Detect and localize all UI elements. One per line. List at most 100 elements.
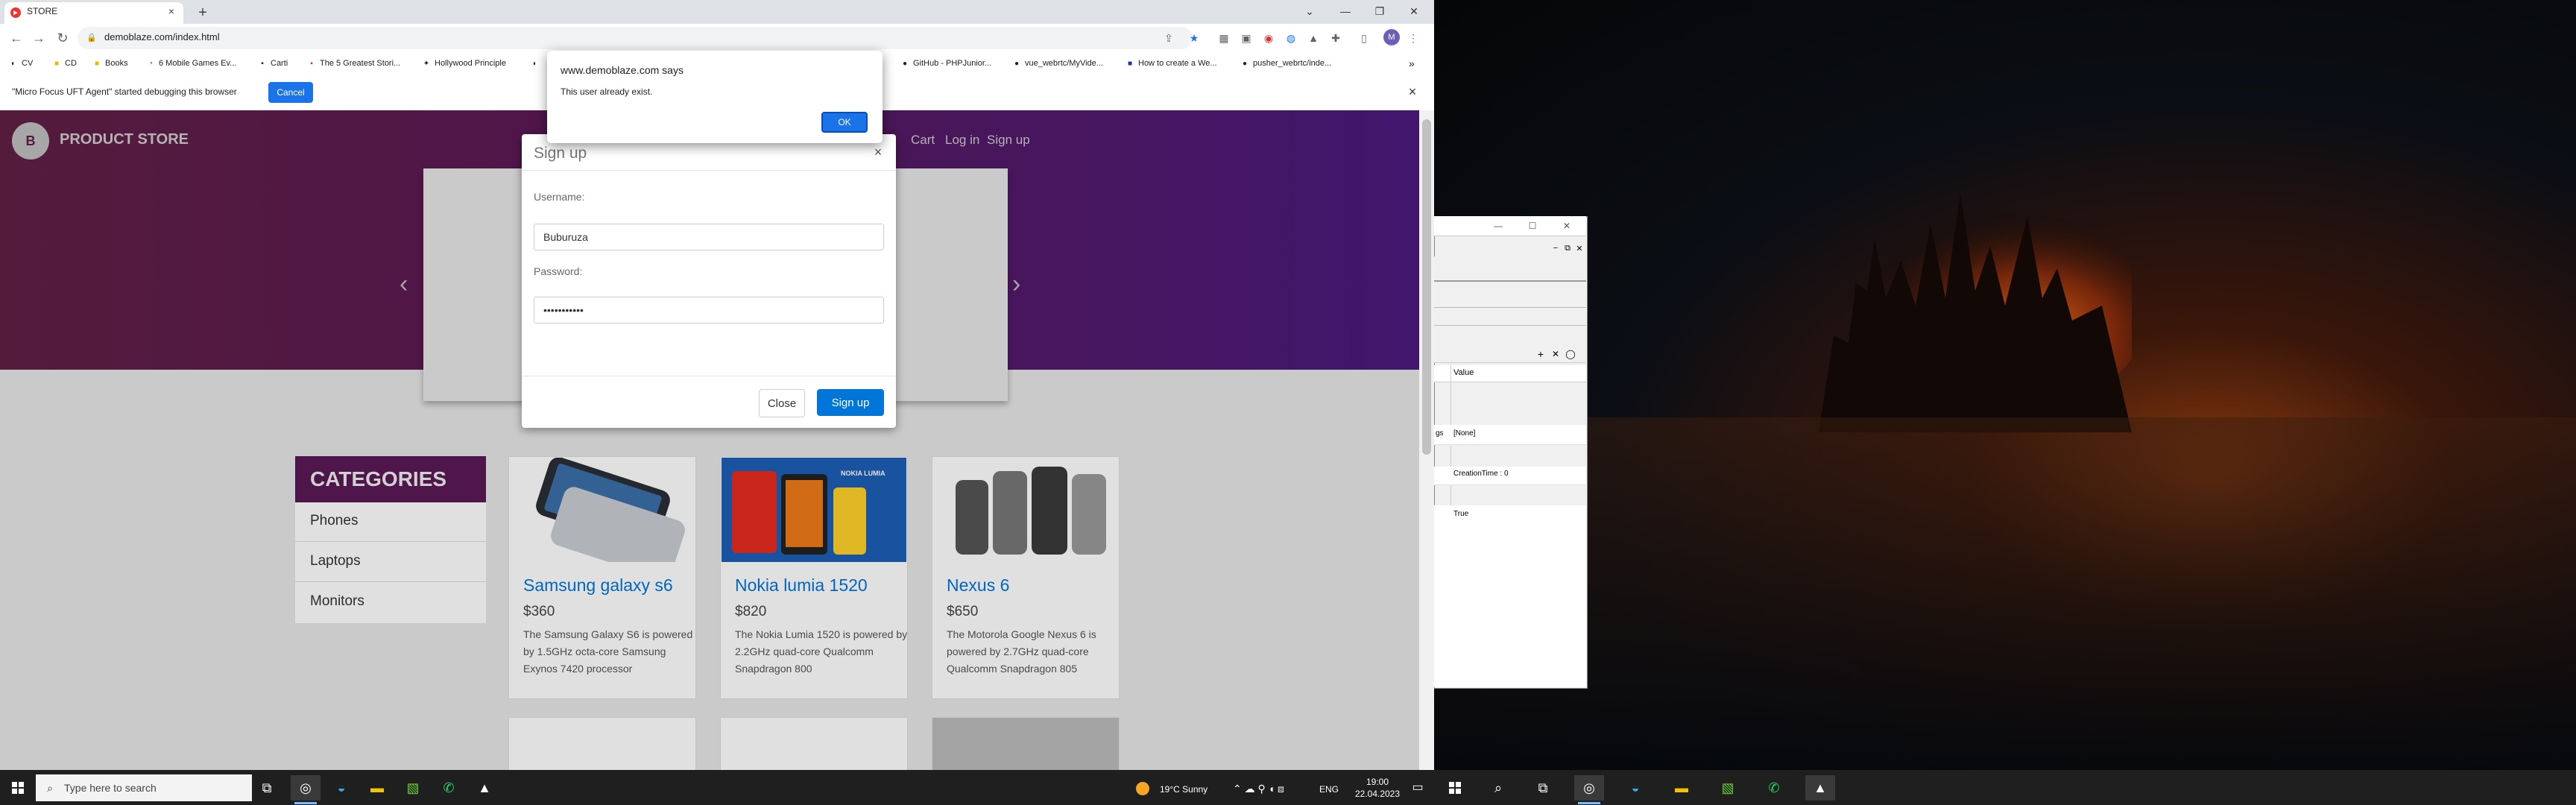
task-view-icon[interactable]: ⧉	[252, 775, 282, 801]
tray-icons[interactable]: ⌃ ☁ ⚲ ◖ ⧈	[1233, 783, 1284, 795]
notification-icon[interactable]: ▭	[1409, 778, 1427, 796]
extension-globe-icon[interactable]: ◍	[1282, 28, 1300, 48]
bookmark-item[interactable]: ● GitHub - PHPJunior...	[900, 57, 991, 70]
chrome-app-icon[interactable]: ◎	[291, 775, 321, 801]
extension-image-icon[interactable]: ▣	[1237, 28, 1255, 48]
photos-app-icon[interactable]: ▧	[1713, 775, 1743, 801]
alert-message: This user already exist.	[561, 86, 653, 97]
reload-icon[interactable]: ↻	[52, 28, 73, 48]
scrollbar-thumb[interactable]	[1422, 119, 1431, 455]
divider	[522, 170, 896, 171]
property-value[interactable]: True	[1453, 510, 1468, 518]
extensions-puzzle-icon[interactable]: ✚	[1327, 28, 1345, 48]
forward-arrow-icon[interactable]: →	[28, 28, 49, 48]
site-icon: ◔	[148, 59, 154, 68]
remove-icon[interactable]: ✕	[1549, 347, 1562, 361]
folder-icon: ■	[54, 59, 60, 68]
search-icon: ⌕	[47, 781, 53, 794]
task-view-icon[interactable]: ⧉	[1528, 775, 1558, 801]
extension-triangle-icon[interactable]: ▲	[1304, 28, 1322, 48]
file-explorer-icon[interactable]: ▬	[362, 775, 392, 801]
file-explorer-icon[interactable]: ▬	[1667, 775, 1696, 801]
bookmark-item[interactable]: ● pusher_webrtc/inde...	[1240, 57, 1331, 70]
bookmark-item[interactable]: ■ How to create a We...	[1126, 57, 1217, 70]
language-indicator[interactable]: ENG	[1319, 784, 1339, 795]
weather-text[interactable]: 19°C Sunny	[1160, 784, 1208, 795]
bookmark-item[interactable]: ◔ 6 Mobile Games Ev...	[146, 57, 236, 70]
whatsapp-icon[interactable]: ✆	[1759, 775, 1789, 801]
edge-app-icon[interactable]: ◒	[1620, 775, 1650, 801]
clock-time[interactable]: 19:00	[1355, 777, 1400, 787]
site-icon: ✦	[423, 59, 430, 68]
close-button[interactable]: Close	[759, 389, 805, 417]
windows-start-icon[interactable]	[1440, 775, 1470, 801]
extension-grid-icon[interactable]: ▦	[1215, 28, 1233, 48]
table-body-empty	[1434, 525, 1586, 687]
pin-icon[interactable]: −	[1550, 243, 1561, 253]
refresh-icon[interactable]: ◯	[1564, 347, 1577, 361]
minimize-button[interactable]: —	[1330, 1, 1361, 21]
tab-search-button[interactable]: ⌄	[1294, 1, 1325, 21]
cancel-debugging-button[interactable]: Cancel	[268, 82, 313, 103]
github-icon: ●	[1014, 59, 1020, 68]
password-input[interactable]: •••••••••••	[534, 297, 884, 323]
whatsapp-icon[interactable]: ✆	[434, 775, 464, 801]
address-bar[interactable]	[78, 27, 1193, 49]
tab-strip	[0, 0, 1434, 24]
url-text[interactable]: demoblaze.com/index.html	[104, 31, 220, 42]
clock-date[interactable]: 22.04.2023	[1348, 789, 1407, 799]
restore-button[interactable]: ❐	[1364, 1, 1395, 21]
photos-app-icon[interactable]: ▧	[398, 775, 428, 801]
bookmark-item[interactable]: ● vue_webrtc/MyVide...	[1012, 57, 1103, 70]
modal-close-icon[interactable]: ×	[871, 145, 886, 160]
debugging-message: "Micro Focus UFT Agent" started debuggin…	[12, 86, 237, 97]
edge-app-icon[interactable]: ◒	[326, 775, 356, 801]
bookmark-item[interactable]: ◑	[529, 57, 538, 70]
bookmark-item[interactable]: ▪ Carti	[258, 57, 288, 70]
chrome-app-icon[interactable]: ◎	[1574, 775, 1604, 801]
bookmark-item[interactable]: ✦ Hollywood Principle	[422, 57, 506, 70]
bookmark-item[interactable]: ▪ The 5 Greatest Stori...	[307, 57, 400, 70]
bookmark-item[interactable]: ■ Books	[92, 57, 128, 70]
uft-agent-icon[interactable]: ▲	[470, 775, 499, 801]
bookmark-star-icon[interactable]: ★	[1185, 28, 1203, 48]
close-icon[interactable]: ✕	[1559, 219, 1574, 233]
add-icon[interactable]: +	[1534, 347, 1547, 361]
weather-sun-icon[interactable]	[1136, 782, 1149, 795]
minimize-icon[interactable]: —	[1491, 219, 1506, 233]
extension-record-icon[interactable]: ◉	[1260, 28, 1278, 48]
close-infobar-icon[interactable]: ×	[1404, 83, 1421, 100]
search-icon[interactable]: ⌕	[1483, 775, 1513, 801]
maximize-icon[interactable]: ☐	[1525, 219, 1540, 233]
side-panel-icon[interactable]: ▯	[1355, 28, 1373, 48]
column-header-value[interactable]: Value	[1453, 368, 1474, 377]
tab-close-icon[interactable]: ×	[165, 5, 177, 17]
search-placeholder[interactable]: Type here to search	[64, 782, 157, 794]
chrome-menu-icon[interactable]: ⋮	[1404, 28, 1422, 48]
github-icon: ●	[902, 59, 908, 68]
uft-agent-icon[interactable]: ▲	[1805, 775, 1835, 801]
bookmarks-overflow-icon[interactable]: »	[1409, 57, 1415, 70]
property-value[interactable]: [None]	[1453, 429, 1475, 438]
close-window-button[interactable]: ✕	[1398, 1, 1430, 21]
alert-ok-button[interactable]: OK	[821, 112, 868, 133]
new-tab-button[interactable]: +	[194, 4, 212, 22]
bookmark-item[interactable]: ■ CD	[52, 57, 77, 70]
active-indicator	[1578, 802, 1600, 804]
site-icon: ◑	[531, 59, 537, 68]
castle-wallpaper-image	[1819, 194, 2132, 432]
signup-button[interactable]: Sign up	[817, 389, 884, 416]
float-icon[interactable]: ⧉	[1562, 243, 1573, 253]
property-value[interactable]: CreationTime : 0	[1453, 470, 1509, 478]
signup-modal	[522, 134, 896, 428]
back-arrow-icon[interactable]: ←	[6, 28, 27, 48]
profile-avatar[interactable]: M	[1383, 29, 1400, 45]
left-monitor: ▶ STORE × + ⌄ — ❐ ✕ ← → ↻ 🔒 demoblaze.co…	[0, 0, 1434, 805]
lock-icon[interactable]: 🔒	[86, 33, 97, 42]
windows-start-icon[interactable]	[3, 775, 33, 801]
share-icon[interactable]: ⇪	[1160, 28, 1178, 48]
site-icon: ▪	[310, 59, 313, 68]
username-input[interactable]: Buburuza	[534, 224, 884, 250]
bookmark-item[interactable]: ◐ CV	[9, 57, 33, 70]
close-icon[interactable]: ✕	[1574, 243, 1585, 253]
